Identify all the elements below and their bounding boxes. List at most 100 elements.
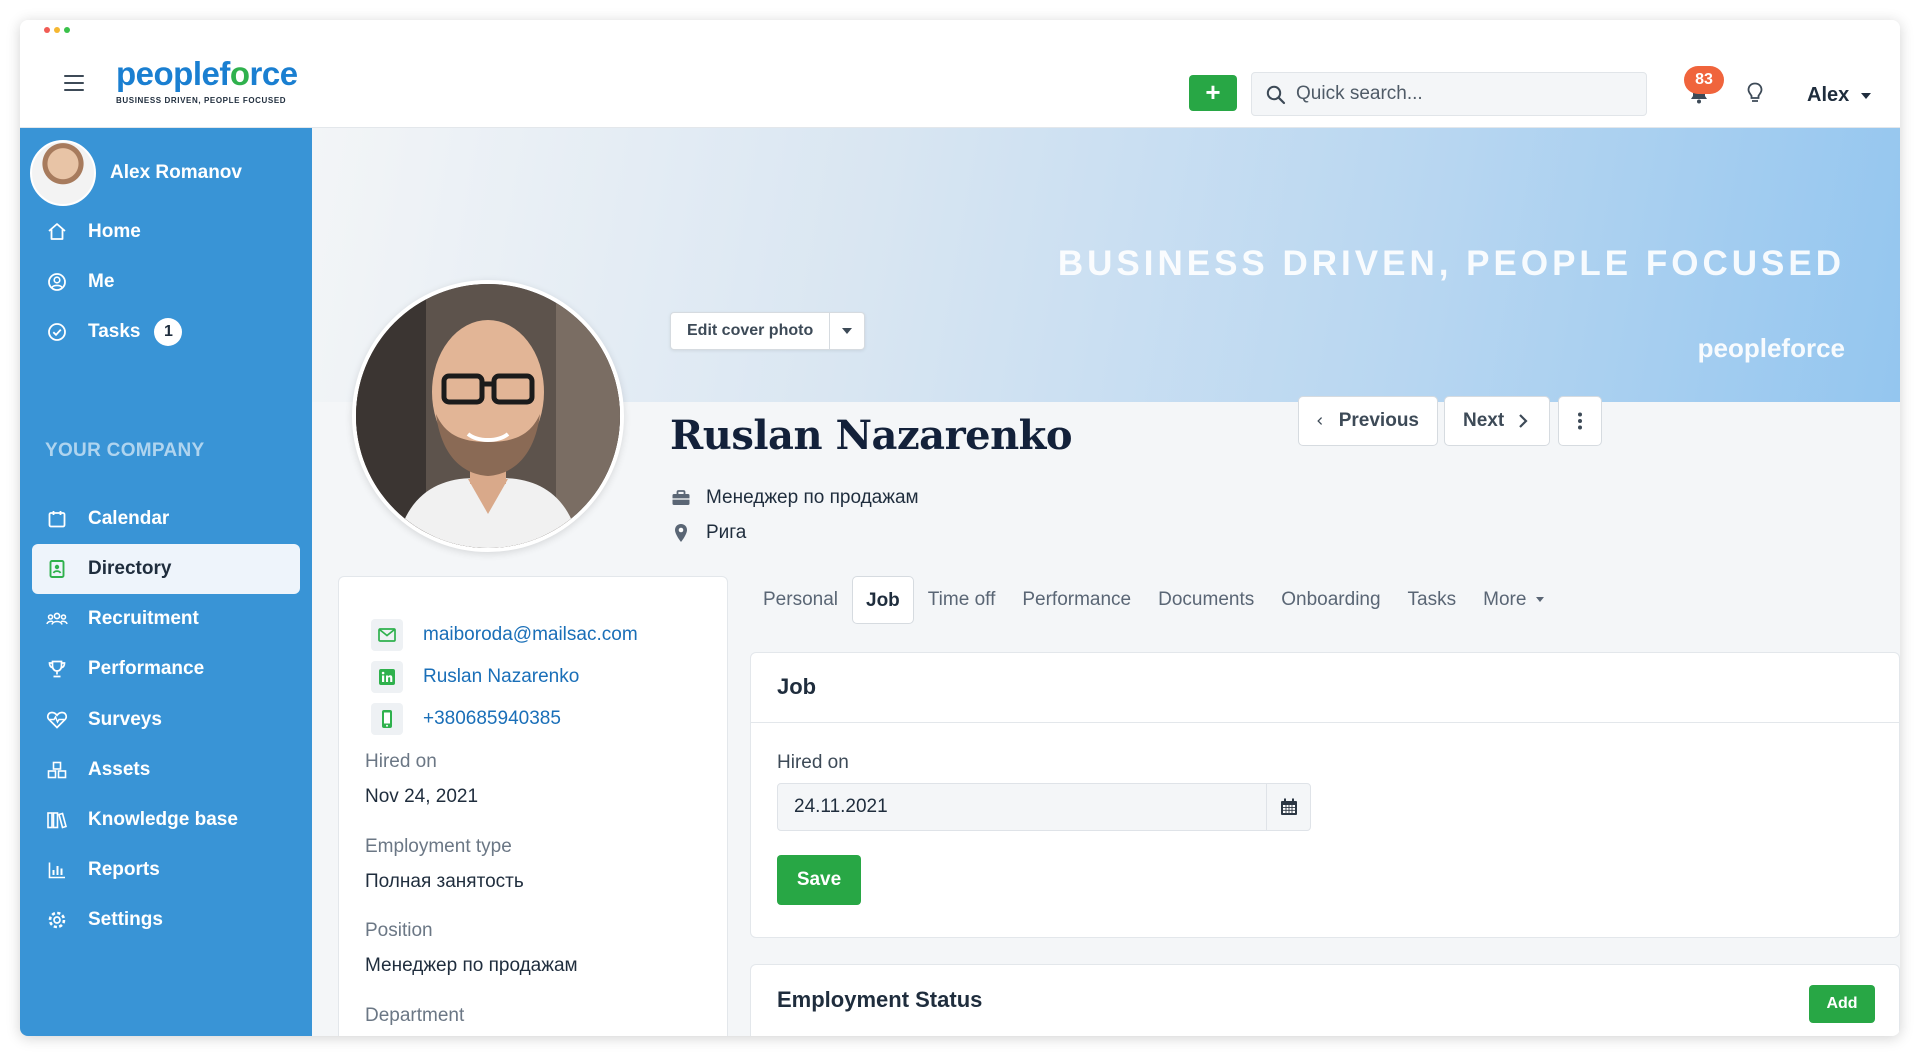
save-button[interactable]: Save bbox=[777, 855, 861, 905]
tab-onboarding[interactable]: Onboarding bbox=[1268, 576, 1393, 624]
notification-badge[interactable]: 83 bbox=[1684, 66, 1724, 94]
sidebar-item-performance[interactable]: Performance bbox=[32, 644, 300, 694]
sidebar-item-assets[interactable]: Assets bbox=[32, 745, 300, 795]
hired-on-date-field[interactable]: 24.11.2021 bbox=[777, 783, 1311, 831]
user-menu-label: Alex bbox=[1807, 84, 1850, 106]
email-link[interactable]: maiboroda@mailsac.com bbox=[371, 619, 638, 651]
close-dot[interactable] bbox=[44, 27, 50, 33]
maximize-dot[interactable] bbox=[64, 27, 70, 33]
tab-tasks[interactable]: Tasks bbox=[1395, 576, 1470, 624]
lightbulb-icon[interactable] bbox=[1747, 82, 1763, 104]
linkedin-link[interactable]: Ruslan Nazarenko bbox=[371, 661, 579, 693]
linkedin-text[interactable]: Ruslan Nazarenko bbox=[423, 666, 579, 688]
search-icon bbox=[1266, 85, 1286, 105]
hired-on-date-value[interactable]: 24.11.2021 bbox=[794, 784, 888, 830]
heartbeat-icon bbox=[46, 709, 68, 731]
sidebar-item-knowledge-base[interactable]: Knowledge base bbox=[32, 795, 300, 845]
brand-tagline: BUSINESS DRIVEN, PEOPLE FOCUSED bbox=[116, 96, 287, 105]
chevron-right-icon bbox=[1519, 414, 1528, 428]
tab-personal[interactable]: Personal bbox=[750, 576, 851, 624]
cover-slogan: BUSINESS DRIVEN, PEOPLE FOCUSED bbox=[1057, 244, 1845, 283]
brand-logo[interactable]: peopleforce BUSINESS DRIVEN, PEOPLE FOCU… bbox=[116, 56, 298, 106]
gear-icon bbox=[46, 909, 68, 931]
user-menu[interactable]: Alex bbox=[1807, 84, 1872, 107]
map-pin-icon bbox=[670, 523, 692, 543]
position-label: Position bbox=[365, 920, 433, 941]
briefcase-icon bbox=[670, 489, 692, 507]
brand-wordmark: peopleforce bbox=[116, 56, 298, 92]
add-status-button[interactable]: Add bbox=[1809, 985, 1875, 1023]
check-circle-icon bbox=[46, 321, 68, 343]
sidebar-item-me[interactable]: Me bbox=[32, 257, 300, 307]
mobile-phone-icon bbox=[371, 703, 403, 735]
department-label: Department bbox=[365, 1005, 465, 1026]
profile-tabs: Personal Job Time off Performance Docume… bbox=[750, 576, 1558, 624]
minimize-dot[interactable] bbox=[54, 27, 60, 33]
search-input[interactable] bbox=[1296, 73, 1636, 115]
sidebar-item-label: Tasks bbox=[88, 321, 141, 342]
employment-status-title: Employment Status bbox=[777, 987, 983, 1012]
employee-position: Менеджер по продажам bbox=[670, 487, 919, 509]
previous-label: Previous bbox=[1338, 410, 1419, 431]
people-group-icon bbox=[46, 608, 68, 630]
window-chrome bbox=[20, 20, 1900, 42]
sidebar-item-calendar[interactable]: Calendar bbox=[32, 494, 300, 544]
quick-search[interactable] bbox=[1251, 72, 1647, 116]
boxes-icon bbox=[46, 759, 68, 781]
edit-cover-photo-button[interactable]: Edit cover photo bbox=[670, 312, 866, 350]
job-card: Job Hired on 24.11.2021 Save bbox=[750, 652, 1900, 938]
sidebar-item-surveys[interactable]: Surveys bbox=[32, 695, 300, 745]
previous-button[interactable]: Previous bbox=[1298, 396, 1438, 446]
sidebar-item-reports[interactable]: Reports bbox=[32, 845, 300, 895]
sidebar-item-directory[interactable]: Directory bbox=[32, 544, 300, 594]
tab-job[interactable]: Job bbox=[852, 576, 914, 624]
sidebar-item-label: Surveys bbox=[88, 709, 162, 730]
sidebar-item-recruitment[interactable]: Recruitment bbox=[32, 594, 300, 644]
employment-type-value: Полная занятость bbox=[365, 871, 524, 892]
sidebar: Alex Romanov Home Me Tasks 1 YOUR COMPAN… bbox=[20, 128, 312, 1036]
next-button[interactable]: Next bbox=[1444, 396, 1550, 446]
sidebar-user-name: Alex Romanov bbox=[110, 162, 242, 183]
address-book-icon bbox=[46, 558, 68, 580]
edit-cover-label[interactable]: Edit cover photo bbox=[671, 313, 831, 349]
linkedin-icon bbox=[371, 661, 403, 693]
employee-name: Ruslan Nazarenko bbox=[670, 412, 1073, 459]
employee-location: Рига bbox=[670, 522, 746, 544]
tab-performance[interactable]: Performance bbox=[1009, 576, 1144, 624]
books-icon bbox=[46, 809, 68, 831]
calendar-icon bbox=[46, 508, 68, 530]
profile-photo[interactable] bbox=[352, 280, 624, 552]
edit-cover-dropdown[interactable] bbox=[830, 313, 864, 349]
sidebar-item-label: Knowledge base bbox=[88, 809, 238, 830]
tab-time-off[interactable]: Time off bbox=[915, 576, 1009, 624]
hired-on-value: Nov 24, 2021 bbox=[365, 786, 479, 807]
menu-icon[interactable] bbox=[64, 75, 84, 96]
portrait-image bbox=[356, 284, 620, 548]
tab-more[interactable]: More bbox=[1470, 576, 1557, 624]
phone-text[interactable]: +380685940385 bbox=[423, 708, 561, 730]
quick-add-button[interactable]: + bbox=[1189, 75, 1237, 111]
kebab-menu-icon bbox=[1578, 412, 1582, 430]
sidebar-user[interactable]: Alex Romanov bbox=[30, 140, 242, 206]
sidebar-item-label: Settings bbox=[88, 909, 163, 930]
sidebar-item-label: Reports bbox=[88, 859, 160, 880]
email-text[interactable]: maiboroda@mailsac.com bbox=[423, 624, 638, 646]
sidebar-section-title: YOUR COMPANY bbox=[45, 440, 205, 461]
employment-status-card: Employment Status Add bbox=[750, 964, 1900, 1036]
calendar-picker-button[interactable] bbox=[1266, 784, 1310, 830]
sidebar-item-tasks[interactable]: Tasks 1 bbox=[32, 307, 300, 357]
envelope-icon bbox=[371, 619, 403, 651]
sidebar-item-settings[interactable]: Settings bbox=[32, 895, 300, 945]
brand-end: rce bbox=[249, 55, 299, 92]
sidebar-item-home[interactable]: Home bbox=[32, 207, 300, 257]
more-actions-button[interactable] bbox=[1558, 396, 1602, 446]
employment-type-label: Employment type bbox=[365, 836, 512, 857]
sidebar-item-label: Calendar bbox=[88, 508, 170, 529]
tab-documents[interactable]: Documents bbox=[1145, 576, 1267, 624]
avatar bbox=[30, 140, 96, 206]
employee-position-text: Менеджер по продажам bbox=[706, 487, 919, 508]
user-circle-icon bbox=[46, 271, 68, 293]
position-value: Менеджер по продажам bbox=[365, 955, 578, 976]
phone-link[interactable]: +380685940385 bbox=[371, 703, 561, 735]
job-card-title: Job bbox=[777, 674, 817, 699]
